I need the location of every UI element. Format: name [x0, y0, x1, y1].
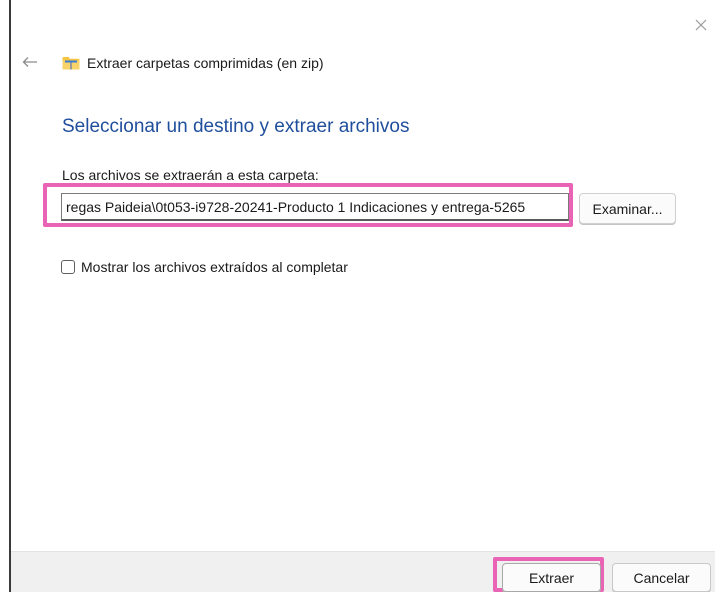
close-button[interactable] — [687, 14, 715, 36]
dialog-footer — [11, 551, 715, 592]
destination-label: Los archivos se extraerán a esta carpeta… — [62, 167, 319, 183]
show-extracted-files-checkbox[interactable] — [61, 260, 75, 274]
zip-folder-icon — [62, 56, 80, 70]
back-button[interactable] — [20, 53, 40, 71]
window-left-border — [9, 0, 11, 592]
cancel-button[interactable]: Cancelar — [612, 563, 711, 592]
browse-button[interactable]: Examinar... — [579, 193, 676, 224]
close-icon — [695, 19, 707, 31]
extract-button[interactable]: Extraer — [502, 563, 601, 592]
destination-path-input[interactable] — [61, 193, 569, 221]
extract-dialog: Extraer carpetas comprimidas (en zip) Se… — [0, 0, 715, 592]
window-title-bar: Extraer carpetas comprimidas (en zip) — [62, 53, 324, 73]
arrow-left-icon — [22, 57, 37, 67]
window-title: Extraer carpetas comprimidas (en zip) — [87, 55, 324, 71]
show-extracted-files-option[interactable]: Mostrar los archivos extraídos al comple… — [61, 258, 348, 276]
show-extracted-files-label: Mostrar los archivos extraídos al comple… — [81, 259, 348, 275]
page-heading: Seleccionar un destino y extraer archivo… — [62, 116, 410, 137]
